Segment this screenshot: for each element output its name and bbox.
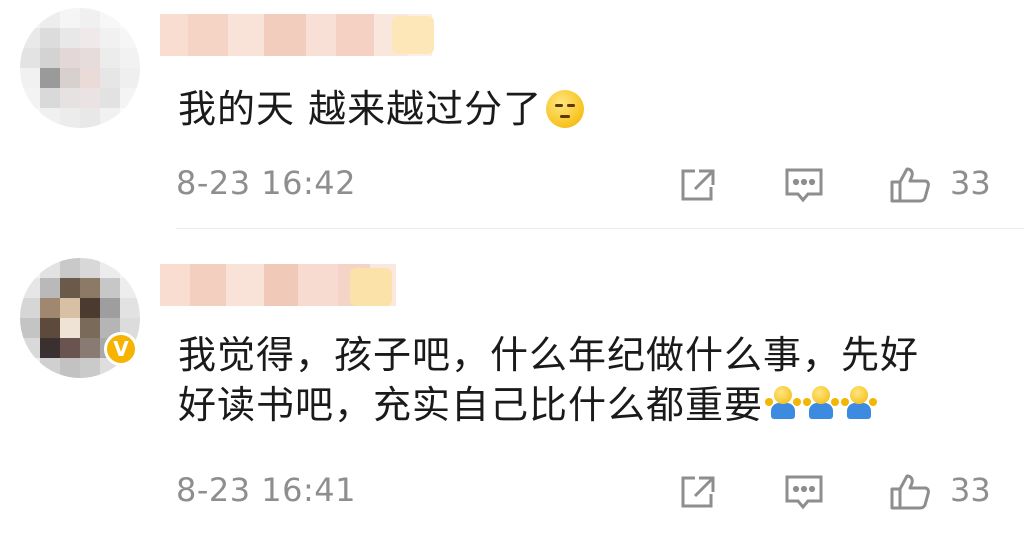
comment-icon — [785, 475, 823, 510]
comment-text: 我觉得，孩子吧，什么年纪做什么事，先好 好读书吧，充实自己比什么都重要 — [178, 330, 994, 430]
thumbs-up-icon — [890, 474, 930, 510]
comment-time: 8-23 16:41 — [176, 471, 357, 509]
comment-text: 我的天 越来越过分了 — [178, 84, 994, 134]
comment-text-line: 好读书吧，充实自己比什么都重要 — [178, 380, 994, 430]
verified-badge: V — [104, 332, 138, 366]
comment-item: V 我觉得，孩子吧，什么年纪做什么事，先好 好读书吧，充实自己比什么都重要 8-… — [0, 230, 1024, 551]
share-icon — [681, 169, 715, 201]
share-icon — [681, 476, 715, 508]
shrug-icon — [841, 386, 878, 422]
shrug-icon — [803, 386, 840, 422]
level-badge — [392, 16, 434, 54]
comment-time: 8-23 16:42 — [176, 164, 357, 202]
comment-icon — [785, 168, 823, 203]
comment-meta: 8-23 16:41 33 — [0, 470, 1024, 510]
reply-button[interactable] — [782, 165, 826, 205]
share-button[interactable] — [676, 472, 720, 512]
avatar[interactable] — [20, 8, 140, 128]
comment-text-line: 我觉得，孩子吧，什么年纪做什么事，先好 — [178, 333, 920, 377]
reply-button[interactable] — [782, 472, 826, 512]
shrug-icon — [765, 386, 802, 422]
smirk-face-icon — [546, 90, 585, 128]
comment-meta: 8-23 16:42 33 — [0, 163, 1024, 203]
comment-item: 我的天 越来越过分了 8-23 16:42 33 — [0, 0, 1024, 230]
like-button[interactable] — [888, 165, 932, 205]
level-badge — [350, 268, 392, 306]
divider — [176, 228, 1024, 229]
like-count: 33 — [950, 471, 991, 509]
thumbs-up-icon — [890, 167, 930, 203]
like-count: 33 — [950, 164, 991, 202]
like-button[interactable] — [888, 472, 932, 512]
share-button[interactable] — [676, 165, 720, 205]
